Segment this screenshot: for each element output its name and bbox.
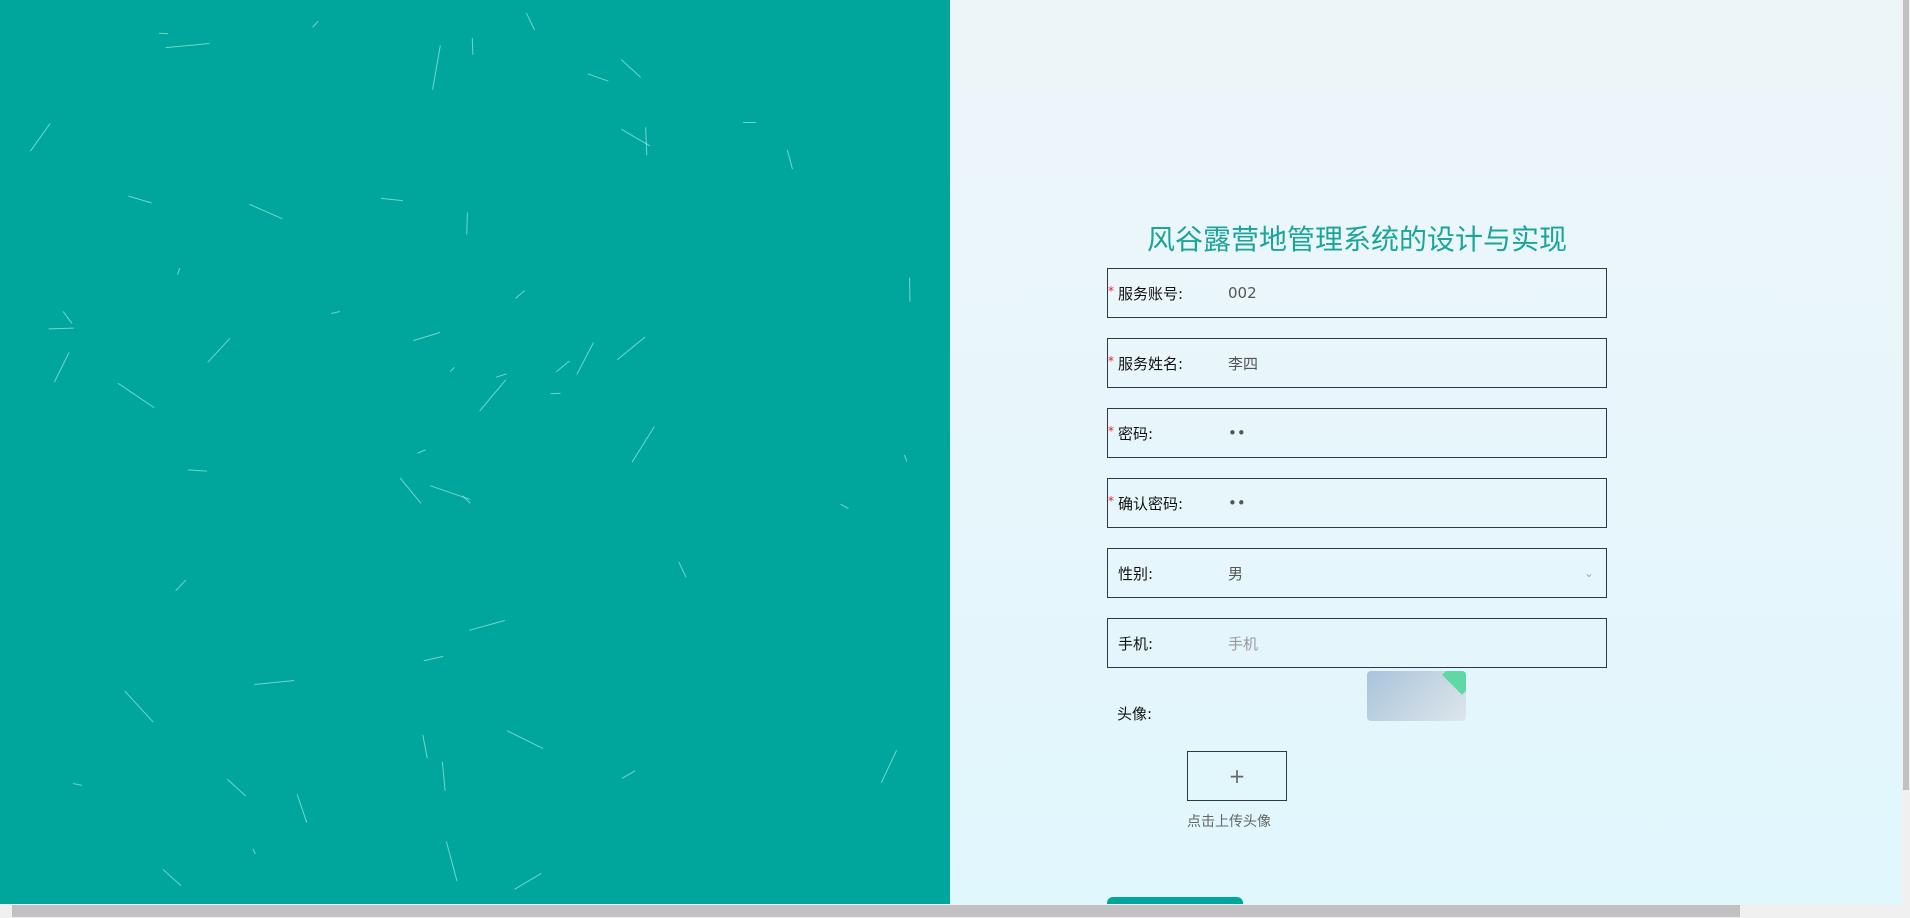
decorative-streak [72, 783, 82, 787]
decorative-streak [526, 13, 536, 31]
field-label: 密码: [1118, 424, 1154, 443]
field-label: 服务姓名: [1118, 354, 1184, 373]
phone-field[interactable]: 手机: 手机 [1107, 618, 1607, 668]
decorative-streak [555, 360, 570, 373]
decorative-streak [165, 42, 210, 48]
decorative-streak [128, 195, 152, 204]
decorative-streak [249, 203, 283, 219]
decorative-streak [631, 426, 656, 463]
decorative-streak [311, 21, 319, 29]
field-label: 手机: [1118, 634, 1154, 653]
chevron-down-icon[interactable]: ⌄ [1584, 566, 1594, 580]
decorative-streak [158, 32, 168, 35]
decorative-streak [62, 310, 73, 324]
decorative-streak [881, 749, 898, 783]
decorative-streak [296, 793, 308, 823]
phone-input[interactable]: 手机 [1228, 633, 1258, 654]
field-label: 服务账号: [1118, 284, 1184, 303]
gender-select[interactable]: 性别: 男 ⌄ [1107, 548, 1607, 598]
account-input[interactable]: 002 [1228, 284, 1257, 302]
password-field[interactable]: * 密码: •• [1107, 408, 1607, 458]
decorative-streak [576, 341, 594, 375]
decorative-streak [449, 366, 456, 373]
scrollbar-thumb[interactable] [12, 905, 1740, 917]
field-label: 性别: [1118, 564, 1154, 583]
decorative-streak [380, 197, 403, 201]
decorative-streak [424, 655, 444, 661]
decorative-streak [621, 59, 641, 78]
decorative-background-panel [0, 0, 950, 904]
decorative-streak [174, 579, 187, 592]
decorative-streak [465, 212, 468, 235]
required-mark: * [1108, 354, 1114, 368]
decorative-streak [421, 734, 428, 759]
decorative-streak [514, 873, 542, 890]
horizontal-scrollbar[interactable] [0, 904, 1910, 918]
decorative-streak [330, 310, 340, 314]
decorative-streak [162, 869, 182, 887]
decorative-streak [678, 561, 687, 578]
vertical-scrollbar[interactable] [1902, 0, 1910, 904]
page-title: 风谷露营地管理系统的设计与实现 [1146, 223, 1567, 256]
decorative-streak [908, 277, 911, 302]
decorative-streak [124, 690, 153, 723]
decorative-streak [254, 680, 295, 686]
decorative-streak [550, 392, 561, 394]
avatar-preview [1367, 671, 1466, 721]
scrollbar-thumb[interactable] [1903, 0, 1909, 790]
account-field[interactable]: * 服务账号: 002 [1107, 268, 1607, 318]
decorative-streak [616, 337, 646, 361]
decorative-streak [207, 338, 231, 364]
decorative-streak [472, 38, 474, 56]
decorative-streak [468, 620, 505, 632]
decorative-streak [506, 730, 543, 750]
gender-value[interactable]: 男 [1228, 563, 1243, 584]
plus-icon: + [1228, 764, 1246, 788]
decorative-streak [496, 373, 508, 378]
decorative-streak [621, 770, 636, 779]
required-mark: * [1108, 494, 1114, 508]
decorative-streak [903, 454, 908, 462]
upload-avatar-button[interactable]: + [1187, 751, 1287, 801]
decorative-streak [445, 841, 458, 882]
decorative-streak [227, 778, 247, 797]
decorative-streak [177, 267, 181, 275]
decorative-streak [117, 383, 155, 409]
required-mark: * [1108, 424, 1114, 438]
password-input[interactable]: •• [1228, 424, 1246, 442]
decorative-streak [441, 762, 446, 792]
decorative-streak [515, 290, 526, 299]
decorative-streak [48, 328, 74, 330]
name-input[interactable]: 李四 [1228, 353, 1258, 374]
decorative-streak [29, 123, 51, 153]
decorative-streak [840, 503, 850, 510]
decorative-streak [399, 477, 422, 504]
decorative-streak [416, 449, 426, 454]
upload-caption: 点击上传头像 [1187, 814, 1271, 830]
decorative-streak [413, 331, 441, 341]
decorative-streak [587, 73, 609, 82]
field-label: 确认密码: [1118, 494, 1184, 513]
decorative-streak [644, 126, 647, 156]
confirm-password-input[interactable]: •• [1228, 494, 1246, 512]
decorative-streak [787, 149, 794, 169]
decorative-streak [479, 379, 507, 412]
decorative-streak [429, 485, 470, 501]
decorative-streak [252, 848, 256, 855]
required-mark: * [1108, 284, 1114, 298]
confirm-password-field[interactable]: * 确认密码: •• [1107, 478, 1607, 528]
avatar-label: 头像: [1117, 705, 1153, 723]
decorative-streak [53, 352, 70, 383]
decorative-streak [188, 469, 207, 472]
decorative-streak [743, 121, 756, 123]
decorative-streak [431, 45, 441, 90]
name-field[interactable]: * 服务姓名: 李四 [1107, 338, 1607, 388]
